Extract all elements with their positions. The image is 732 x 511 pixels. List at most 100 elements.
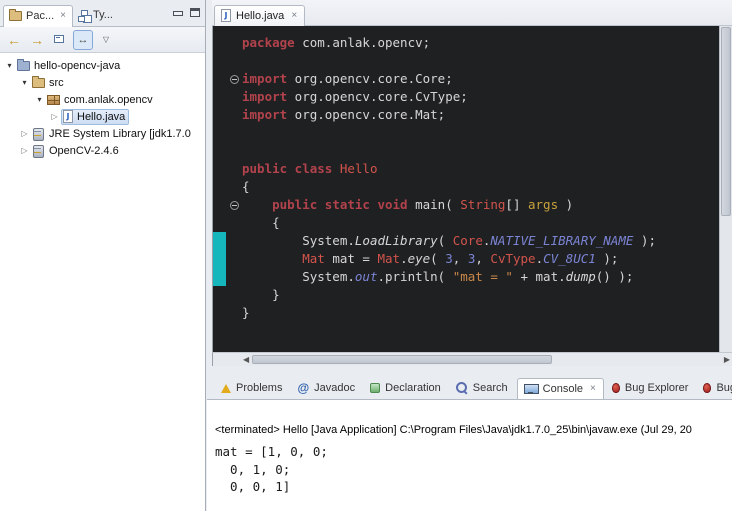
tab-declaration[interactable]: Declaration <box>364 378 448 399</box>
code-line[interactable]: { <box>213 178 719 196</box>
code-text: Mat mat = Mat.eye( 3, 3, CvType.CV_8UC1 … <box>242 250 618 268</box>
library-icon <box>32 145 45 157</box>
scroll-left-icon[interactable]: ◀ <box>243 355 249 364</box>
scroll-right-icon[interactable]: ▶ <box>724 355 730 364</box>
src-folder-icon <box>32 78 45 88</box>
code-text: public class Hello <box>242 160 377 178</box>
code-line[interactable]: System.out.println( "mat = " + mat.dump(… <box>213 268 719 286</box>
collapsed-arrow-icon[interactable]: ▷ <box>18 146 31 155</box>
console-output[interactable]: mat = [1, 0, 0; 0, 1, 0; 0, 0, 1] <box>215 443 732 496</box>
type-hierarchy-icon <box>78 10 89 21</box>
expanded-arrow-icon[interactable]: ▾ <box>3 61 16 70</box>
code-text: import org.opencv.core.Mat; <box>242 106 445 124</box>
folding-ruler <box>226 286 242 304</box>
code-line[interactable]: import org.opencv.core.CvType; <box>213 88 719 106</box>
back-icon[interactable]: ← <box>4 30 24 50</box>
code-line[interactable] <box>213 142 719 160</box>
annotation-ruler <box>213 160 226 178</box>
tab-search[interactable]: Search <box>450 378 515 399</box>
tree-item-content: OpenCV-2.4.6 <box>31 143 122 159</box>
expanded-arrow-icon[interactable]: ▾ <box>33 95 46 104</box>
tab-bug[interactable]: Bug <box>697 378 732 399</box>
tab-bug-explorer[interactable]: Bug Explorer <box>606 378 696 399</box>
selection-annotation <box>213 268 226 286</box>
forward-icon[interactable]: → <box>27 30 47 50</box>
tab-label: Search <box>473 382 508 394</box>
console-view: <terminated> Hello [Java Application] C:… <box>207 399 732 511</box>
link-with-editor-icon[interactable]: ↔ <box>73 30 93 50</box>
code-line[interactable] <box>213 52 719 70</box>
vertical-scrollbar-thumb[interactable] <box>721 27 731 216</box>
code-text: package com.anlak.opencv; <box>242 34 430 52</box>
code-lines[interactable]: package com.anlak.opencv; import org.open… <box>213 26 719 352</box>
collapsed-arrow-icon[interactable]: ▷ <box>18 129 31 138</box>
package-explorer-icon <box>9 11 22 21</box>
tree-item-jre-system-library-jdk1-7-0[interactable]: ▷JRE System Library [jdk1.7.0 <box>0 125 205 142</box>
annotation-ruler <box>213 178 226 196</box>
fold-marker-icon[interactable] <box>226 196 242 214</box>
horizontal-scrollbar[interactable]: ◀ ▶ <box>212 352 732 366</box>
fold-marker-icon[interactable] <box>226 70 242 88</box>
project-icon <box>17 61 30 71</box>
tree-item-com-anlak-opencv[interactable]: ▾ com.anlak.opencv <box>0 91 205 108</box>
tab-package-explorer[interactable]: Pac... × <box>3 5 73 27</box>
minimize-icon[interactable] <box>173 8 183 17</box>
collapsed-arrow-icon[interactable]: ▷ <box>48 112 61 121</box>
maximize-icon[interactable] <box>190 8 200 17</box>
tree-item-label: src <box>49 77 64 89</box>
code-line[interactable]: import org.opencv.core.Mat; <box>213 106 719 124</box>
code-line[interactable] <box>213 124 719 142</box>
vertical-scrollbar[interactable] <box>719 26 732 352</box>
tab-problems[interactable]: Problems <box>215 378 289 399</box>
annotation-ruler <box>213 88 226 106</box>
code-line[interactable]: Mat mat = Mat.eye( 3, 3, CvType.CV_8UC1 … <box>213 250 719 268</box>
tab-label: Declaration <box>385 382 441 394</box>
code-line[interactable]: } <box>213 286 719 304</box>
annotation-ruler <box>213 304 226 322</box>
expanded-arrow-icon[interactable]: ▾ <box>18 78 31 87</box>
close-icon[interactable]: × <box>291 11 297 21</box>
view-menu-icon[interactable]: ▽ <box>96 30 116 50</box>
code-editor[interactable]: package com.anlak.opencv; import org.open… <box>212 26 732 352</box>
tab-label: Bug <box>716 382 732 394</box>
selection-annotation <box>213 250 226 268</box>
code-text: { <box>242 214 280 232</box>
code-line[interactable]: public static void main( String[] args ) <box>213 196 719 214</box>
tree-item-label: hello-opencv-java <box>34 60 120 72</box>
tab-label: Javadoc <box>314 382 355 394</box>
tree-item-opencv-2-4-6[interactable]: ▷OpenCV-2.4.6 <box>0 142 205 159</box>
horizontal-scrollbar-thumb[interactable] <box>252 355 552 364</box>
code-line[interactable]: package com.anlak.opencv; <box>213 34 719 52</box>
code-line[interactable]: import org.opencv.core.Core; <box>213 70 719 88</box>
code-text: { <box>242 178 250 196</box>
tree-item-src[interactable]: ▾ src <box>0 74 205 91</box>
code-line[interactable]: public class Hello <box>213 160 719 178</box>
close-icon[interactable]: × <box>590 384 596 394</box>
code-line[interactable]: } <box>213 304 719 322</box>
close-icon[interactable]: × <box>60 11 66 21</box>
selection-annotation <box>213 232 226 250</box>
code-line[interactable]: { <box>213 214 719 232</box>
code-text: public static void main( String[] args ) <box>242 196 573 214</box>
tab-javadoc[interactable]: @ Javadoc <box>291 378 362 399</box>
tab-console[interactable]: Console × <box>517 378 604 399</box>
tab-label: Console <box>543 383 583 395</box>
folding-ruler <box>226 232 242 250</box>
tab-label: Bug Explorer <box>625 382 689 394</box>
code-text: import org.opencv.core.Core; <box>242 70 453 88</box>
editor-tab-hello-java[interactable]: J Hello.java × <box>214 5 305 26</box>
annotation-ruler <box>213 142 226 160</box>
collapse-all-icon[interactable] <box>50 30 70 50</box>
editor-tabbar: J Hello.java × <box>212 0 732 26</box>
annotation-ruler <box>213 52 226 70</box>
tree-item-hello-java[interactable]: ▷JHello.java <box>0 108 205 125</box>
tree-item-hello-opencv-java[interactable]: ▾ hello-opencv-java <box>0 57 205 74</box>
code-line[interactable]: System.LoadLibrary( Core.NATIVE_LIBRARY_… <box>213 232 719 250</box>
javadoc-icon: @ <box>297 382 309 394</box>
bug-icon <box>612 383 620 393</box>
tree-item-label: com.anlak.opencv <box>64 94 153 106</box>
bug-icon <box>703 383 711 393</box>
fold-circle <box>230 75 239 84</box>
editor-area: J Hello.java × package com.anlak.opencv;… <box>212 0 732 366</box>
tab-type-hierarchy[interactable]: Ty... <box>73 5 119 26</box>
